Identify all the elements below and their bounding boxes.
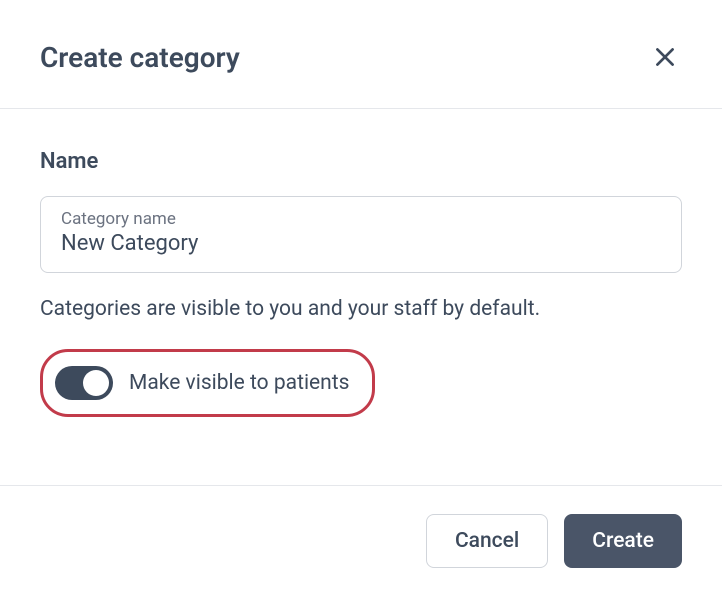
modal-title: Create category bbox=[40, 41, 240, 74]
cancel-button[interactable]: Cancel bbox=[426, 514, 548, 568]
category-name-input[interactable] bbox=[61, 231, 661, 256]
modal-footer: Cancel Create bbox=[0, 485, 722, 596]
name-input-wrapper[interactable]: Category name bbox=[40, 196, 682, 273]
close-button[interactable] bbox=[648, 40, 682, 74]
toggle-knob bbox=[83, 370, 109, 396]
visibility-toggle-label: Make visible to patients bbox=[129, 371, 350, 395]
create-button[interactable]: Create bbox=[564, 514, 682, 568]
close-icon bbox=[652, 44, 678, 70]
name-floating-label: Category name bbox=[61, 209, 661, 229]
name-field-label: Name bbox=[40, 149, 682, 174]
modal-header: Create category bbox=[0, 0, 722, 109]
visibility-toggle[interactable] bbox=[55, 366, 113, 400]
visibility-helper-text: Categories are visible to you and your s… bbox=[40, 297, 682, 321]
modal-body: Name Category name Categories are visibl… bbox=[0, 109, 722, 457]
visibility-toggle-row: Make visible to patients bbox=[40, 349, 375, 417]
